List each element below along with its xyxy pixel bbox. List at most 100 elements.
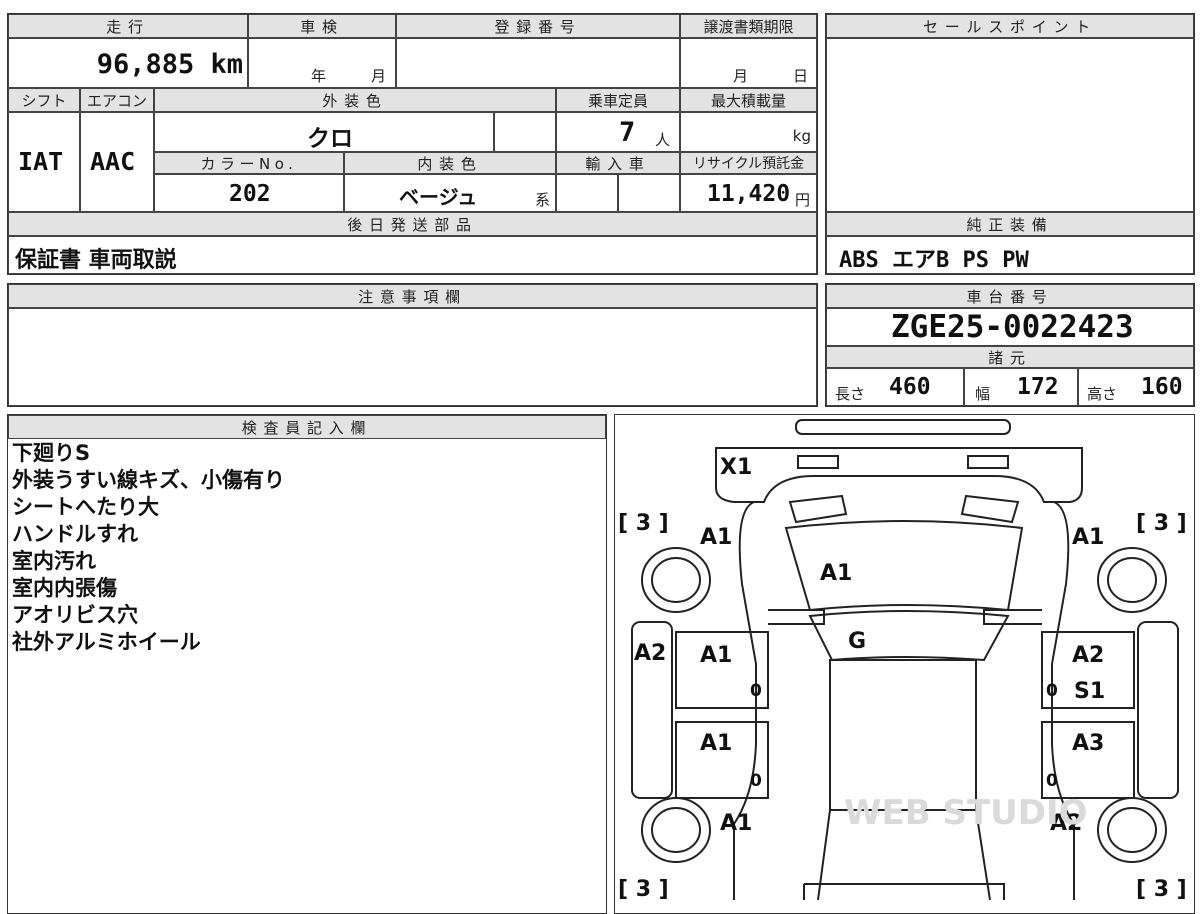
wheel-rear-right-inner [1107, 807, 1157, 853]
mark-rear-door-right: 0 [1046, 771, 1058, 791]
registration-cell [396, 38, 680, 88]
max-load-cell: kg [680, 112, 817, 152]
max-load-unit: kg [792, 127, 811, 145]
capacity-value: 7 [619, 117, 636, 148]
tire-tread-bottom-left: [ 3 ] [618, 877, 669, 900]
length-cell: 長さ 460 [826, 368, 964, 406]
fog-lamp-left [797, 455, 839, 469]
interior-color-suffix: 系 [535, 191, 551, 209]
width-label: 幅 [975, 385, 991, 403]
capacity-header: 乗車定員 [556, 88, 680, 112]
interior-color-header: 内装色 [344, 152, 556, 174]
dimensions-header: 諸元 [826, 346, 1194, 368]
width-value: 172 [1017, 374, 1059, 400]
length-value: 460 [889, 374, 931, 400]
exterior-color-extra-cell [494, 112, 556, 152]
capacity-unit: 人 [655, 131, 671, 149]
import-header: 輸入車 [556, 152, 680, 174]
capacity-cell: 7 人 [556, 112, 680, 152]
fog-lamp-right [967, 455, 1009, 469]
inspector-note: シートへたり大 [12, 495, 159, 519]
shift-header: シフト [8, 88, 80, 112]
mark-rear-door-left: 0 [750, 771, 762, 791]
mark-front-door-right: 0 [1046, 681, 1058, 701]
later-parts-value: 保証書 車両取説 [15, 248, 177, 273]
damage-side-left: A2 [634, 641, 666, 666]
recycle-deposit-value: 11,420 [707, 181, 791, 207]
genuine-equipment-header: 純正装備 [826, 212, 1194, 236]
chassis-cell: ZGE25-0022423 [826, 308, 1194, 346]
roof [829, 659, 977, 811]
inspector-note: 室内汚れ [12, 549, 96, 573]
caution-header: 注意事項欄 [8, 284, 817, 308]
tire-tread-top-right: [ 3 ] [1136, 511, 1187, 536]
mirror-right [983, 609, 1042, 625]
inspector-note: アオリビス穴 [12, 603, 138, 627]
transfer-day-label: 日 [793, 67, 809, 85]
height-cell: 高さ 160 [1078, 368, 1194, 406]
damage-windshield: G [848, 629, 866, 654]
damage-front-bumper: X1 [720, 455, 752, 480]
damage-rear-door-left: A1 [700, 731, 732, 756]
rear-bumper [803, 883, 1005, 900]
watermark: WEB STUDIO [844, 793, 1088, 833]
shift-value: IAT [18, 147, 64, 176]
mileage-value: 96,885 km [96, 49, 243, 80]
later-parts-cell: 保証書 車両取説 [8, 236, 817, 274]
import-cell-right [618, 174, 680, 212]
body-right-edge [1051, 501, 1075, 900]
damage-rear-door-right: A3 [1072, 731, 1104, 756]
recycle-deposit-cell: 11,420 円 [680, 174, 817, 212]
inspector-header: 検査員記入欄 [8, 415, 606, 439]
genuine-equipment-cell: ABS エアB PS PW [826, 236, 1194, 274]
transfer-deadline-header: 譲渡書類期限 [680, 14, 817, 38]
damage-front-door-left: A1 [700, 643, 732, 668]
wheel-front-left-inner [651, 557, 701, 603]
damage-front-fender-left: A1 [700, 525, 732, 550]
mileage-cell: 96,885 km [8, 38, 248, 88]
sales-point-cell [826, 38, 1194, 212]
damage-front-door-right-2: S1 [1074, 679, 1105, 704]
inspector-note: 外装うすい線キズ、小傷有り [12, 468, 285, 492]
color-number-header: カラーNo. [154, 152, 344, 174]
interior-color-value: ベージュ [399, 185, 478, 209]
height-label: 高さ [1087, 385, 1118, 403]
car-diagram: [ 3 ] [ 3 ] [ 3 ] [ 3 ] X1 A1 A1 A1 G A2… [618, 419, 1187, 900]
tire-tread-bottom-right: [ 3 ] [1136, 877, 1187, 900]
headlight-left [788, 494, 848, 524]
front-spoiler [795, 419, 1011, 435]
windshield [808, 610, 1010, 662]
exterior-color-cell: クロ [154, 112, 494, 152]
exterior-color-header: 外装色 [154, 88, 556, 112]
later-parts-header: 後日発送部品 [8, 212, 817, 236]
transfer-deadline-cell: 月 日 [680, 38, 817, 88]
damage-hood: A1 [820, 561, 852, 586]
recycle-deposit-header: リサイクル預託金 [680, 152, 817, 174]
inspector-note: 下廻りS [12, 441, 91, 465]
inspector-note: ハンドルすれ [12, 522, 138, 546]
inspector-note: 室内内張傷 [12, 576, 117, 600]
mileage-header: 走行 [8, 14, 248, 38]
length-label: 長さ [835, 385, 866, 403]
width-cell: 幅 172 [964, 368, 1078, 406]
shaken-year-label: 年 [311, 67, 327, 85]
tire-tread-top-left: [ 3 ] [618, 511, 669, 536]
sales-point-header: セールスポイント [826, 14, 1194, 38]
wheel-rear-left-inner [651, 807, 701, 853]
exterior-color-value: クロ [307, 126, 353, 152]
import-cell-left [556, 174, 618, 212]
aircon-cell: AAC [80, 112, 154, 212]
side-sill-right [1137, 621, 1179, 799]
mark-front-door-left: 0 [750, 681, 762, 701]
shaken-month-label: 月 [371, 67, 387, 85]
chassis-number: ZGE25-0022423 [891, 309, 1134, 345]
damage-rear-fender-left: A1 [720, 811, 752, 836]
interior-color-cell: ベージュ 系 [344, 174, 556, 212]
recycle-deposit-unit: 円 [795, 191, 811, 209]
shaken-cell: 年 月 [248, 38, 396, 88]
wheel-front-right-inner [1107, 557, 1157, 603]
height-value: 160 [1141, 374, 1183, 400]
aircon-header: エアコン [80, 88, 154, 112]
caution-cell [8, 308, 817, 406]
color-number-cell: 202 [154, 174, 344, 212]
